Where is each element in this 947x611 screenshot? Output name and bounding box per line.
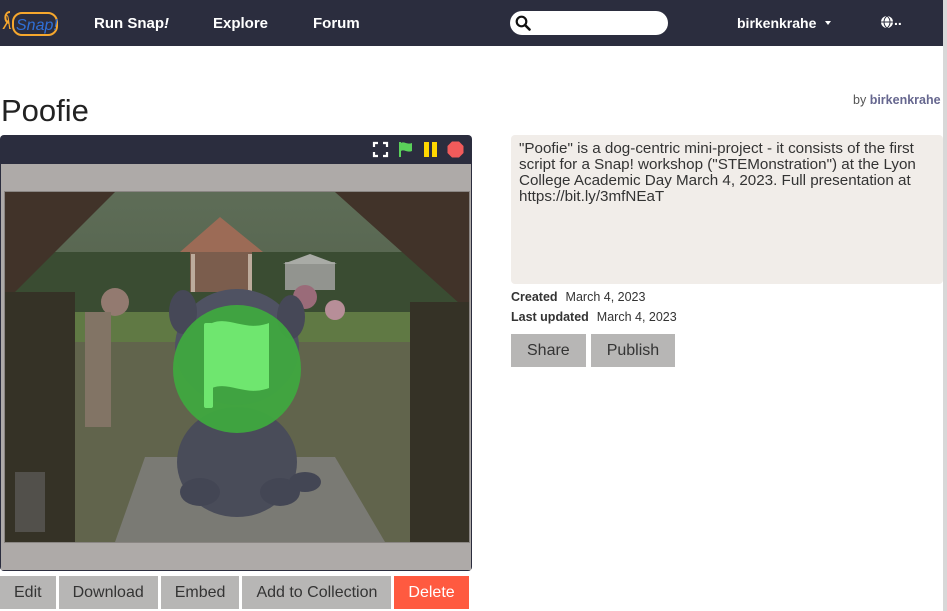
delete-button[interactable]: Delete [394,576,469,609]
fullscreen-icon[interactable] [372,141,389,158]
stage-canvas[interactable] [4,191,470,543]
player-controls [372,141,464,158]
nav-run-snap[interactable]: Run Snap! [94,15,169,32]
user-menu[interactable]: birkenkrahe [737,15,816,31]
download-button[interactable]: Download [58,576,158,609]
vertical-scrollbar[interactable] [943,0,947,611]
svg-text:Snap!: Snap! [16,17,58,34]
stage-area [1,164,471,570]
author-link[interactable]: birkenkrahe [870,93,941,107]
nav-explore[interactable]: Explore [213,15,268,32]
edit-button[interactable]: Edit [0,576,56,609]
created-date: Created March 4, 2023 [511,290,646,304]
stop-icon[interactable] [447,141,464,158]
updated-date: Last updated March 4, 2023 [511,310,677,324]
nav-forum[interactable]: Forum [313,15,360,32]
green-flag-icon[interactable] [397,141,414,158]
search-icon [515,15,531,31]
description-text: "Poofie" is a dog-centric mini-project -… [519,140,916,205]
pause-icon[interactable] [422,141,439,158]
author-byline: by birkenkrahe [853,93,941,107]
top-navbar: λ Snap! Run Snap! Explore Forum birkenkr… [0,0,943,46]
add-to-collection-button[interactable]: Add to Collection [242,576,392,609]
search-input[interactable] [510,11,668,35]
publish-button[interactable]: Publish [590,334,676,367]
sharing-actions: Share Publish [511,334,676,367]
project-player [0,135,472,571]
project-description: "Poofie" is a dog-centric mini-project -… [511,135,943,284]
globe-icon[interactable] [880,15,894,29]
page-title: Poofie [1,93,89,128]
language-menu[interactable]: .. [894,12,902,28]
embed-button[interactable]: Embed [160,576,240,609]
svg-text:λ: λ [2,12,12,34]
share-button[interactable]: Share [511,334,586,367]
project-actions: Edit Download Embed Add to Collection De… [0,576,469,609]
caret-down-icon[interactable] [825,21,831,25]
snap-logo[interactable]: λ Snap! [0,8,62,40]
